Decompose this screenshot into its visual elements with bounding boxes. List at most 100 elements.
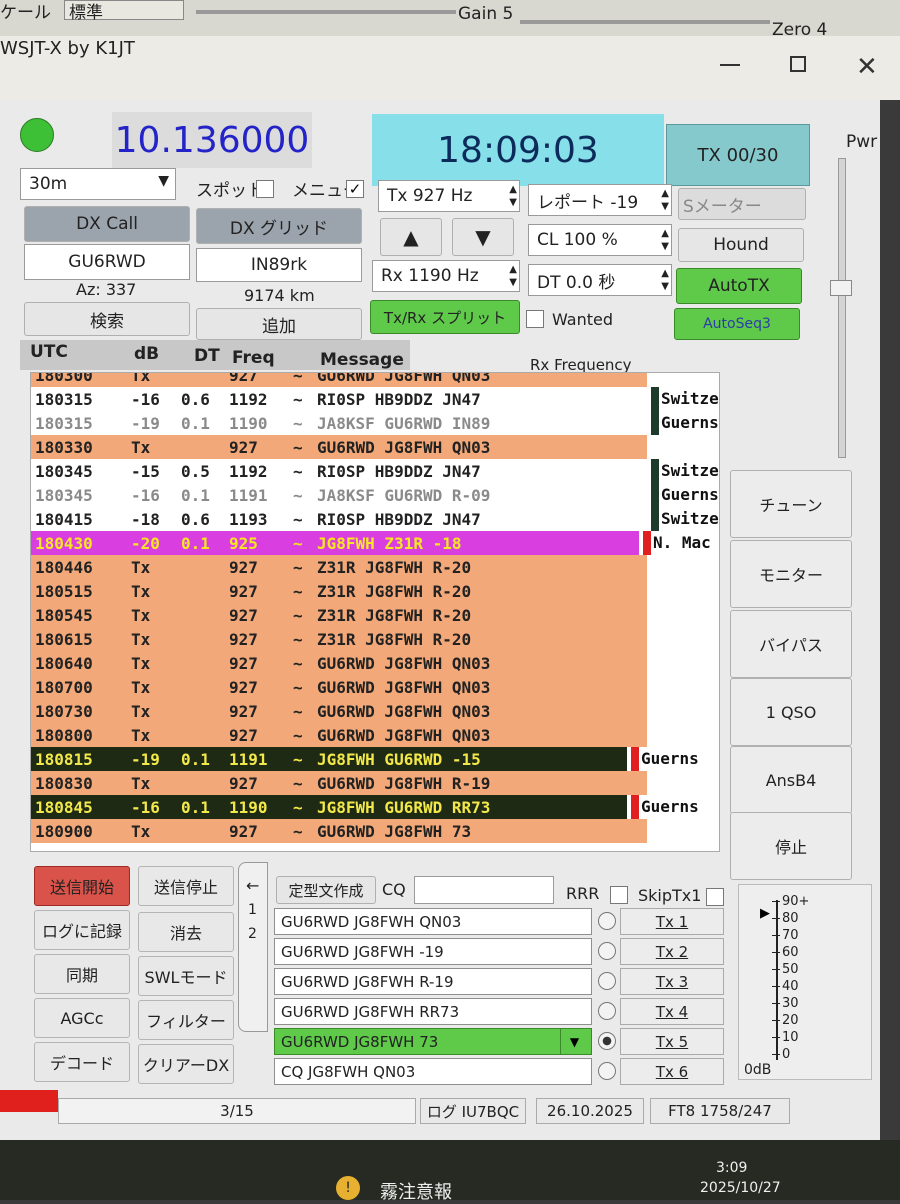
log-row[interactable]: 180345 -15 0.5 1192 ~ RI0SP HB9DDZ JN47 xyxy=(31,459,647,483)
tx1-button[interactable]: Tx 1 xyxy=(620,908,724,935)
spot-checkbox[interactable] xyxy=(256,180,274,198)
log-msg: GU6RWD JG8FWH QN03 xyxy=(317,677,491,697)
close-icon[interactable]: ✕ xyxy=(856,52,878,82)
power-slider-track[interactable] xyxy=(838,158,846,458)
tune-button[interactable]: チューン xyxy=(730,470,852,538)
log-row[interactable]: 180315 -16 0.6 1192 ~ RI0SP HB9DDZ JN47 xyxy=(31,387,647,411)
tx6-button[interactable]: Tx 6 xyxy=(620,1058,724,1085)
tx5-message[interactable]: GU6RWD JG8FWH 73 xyxy=(274,1028,592,1055)
tx5-button[interactable]: Tx 5 xyxy=(620,1028,724,1055)
tab-1[interactable]: 1 xyxy=(248,902,257,918)
rx-freq-spinbox[interactable]: Rx 1190 Hz ▲ ▼ xyxy=(372,260,520,292)
log-utc: 180815 xyxy=(35,749,93,769)
report-spinbox[interactable]: レポート -19 ▲ ▼ xyxy=(528,184,672,216)
one-qso-button[interactable]: 1 QSO xyxy=(730,678,852,746)
log-row[interactable]: 180640 Tx 927 ~ GU6RWD JG8FWH QN03 xyxy=(31,651,647,675)
lookup-button[interactable]: 検索 xyxy=(24,302,190,336)
rx-frequency-log[interactable]: 180300 Tx 927 ~ GU6RWD JG8FWH QN03 180315 -16 0… xyxy=(30,372,720,852)
log-dt: 0.1 xyxy=(181,413,210,433)
tx1-message[interactable]: GU6RWD JG8FWH QN03 xyxy=(274,908,592,935)
tx3-button[interactable]: Tx 3 xyxy=(620,968,724,995)
log-separator: ~ xyxy=(293,605,303,625)
log-row[interactable]: 180700 Tx 927 ~ GU6RWD JG8FWH QN03 xyxy=(31,675,647,699)
log-qso-button[interactable]: ログに記録 xyxy=(34,910,130,950)
chevron-down-icon[interactable]: ▼ xyxy=(560,1029,588,1054)
tx3-message[interactable]: GU6RWD JG8FWH R-19 xyxy=(274,968,592,995)
log-row[interactable]: 180415 -18 0.6 1193 ~ RI0SP HB9DDZ JN47 xyxy=(31,507,647,531)
log-msg: JG8FWH GU6RWD RR73 xyxy=(317,797,491,817)
freq-up-button[interactable]: ▲ xyxy=(380,218,442,256)
log-row[interactable]: 180545 Tx 927 ~ Z31R JG8FWH R-20 xyxy=(31,603,647,627)
ansb4-button[interactable]: AnsB4 xyxy=(730,746,852,814)
tx2-radio[interactable] xyxy=(598,942,616,960)
generate-std-msgs-button[interactable]: 定型文作成 xyxy=(276,876,376,904)
log-row[interactable]: 180430 -20 0.1 925 ~ JG8FWH Z31R -18 xyxy=(31,531,639,555)
gain-slider[interactable] xyxy=(196,10,456,14)
tx5-radio[interactable] xyxy=(598,1032,616,1050)
monitor-button[interactable]: モニター xyxy=(730,540,852,608)
log-row[interactable]: 180800 Tx 927 ~ GU6RWD JG8FWH QN03 xyxy=(31,723,647,747)
log-row[interactable]: 180615 Tx 927 ~ Z31R JG8FWH R-20 xyxy=(31,627,647,651)
enable-tx-button[interactable]: 送信開始 xyxy=(34,866,130,906)
cq-input[interactable] xyxy=(414,876,554,904)
log-row[interactable]: 180815 -19 0.1 1191 ~ JG8FWH GU6RWD -15 xyxy=(31,747,627,771)
log-row[interactable]: 180900 Tx 927 ~ GU6RWD JG8FWH 73 xyxy=(31,819,647,843)
power-slider-handle[interactable] xyxy=(830,280,852,296)
tx-freq-spinbox[interactable]: Tx 927 Hz ▲ ▼ xyxy=(378,180,520,212)
decode-button[interactable]: デコード xyxy=(34,1042,130,1082)
s-meter-button[interactable]: Sメーター xyxy=(678,188,806,220)
tx2-button[interactable]: Tx 2 xyxy=(620,938,724,965)
tx4-button[interactable]: Tx 4 xyxy=(620,998,724,1025)
col-dt: DT xyxy=(194,346,220,366)
minimize-icon[interactable] xyxy=(720,64,740,66)
sync-button[interactable]: 同期 xyxy=(34,954,130,994)
tx4-message[interactable]: GU6RWD JG8FWH RR73 xyxy=(274,998,592,1025)
tx3-radio[interactable] xyxy=(598,972,616,990)
wanted-checkbox[interactable] xyxy=(526,310,544,328)
log-row[interactable]: 180330 Tx 927 ~ GU6RWD JG8FWH QN03 xyxy=(31,435,647,459)
tx2-message[interactable]: GU6RWD JG8FWH -19 xyxy=(274,938,592,965)
swl-button[interactable]: SWLモード xyxy=(138,956,234,996)
skiptx1-checkbox[interactable] xyxy=(706,888,724,906)
log-row[interactable]: 180730 Tx 927 ~ GU6RWD JG8FWH QN03 xyxy=(31,699,647,723)
log-row[interactable]: 180300 Tx 927 ~ GU6RWD JG8FWH QN03 xyxy=(31,373,647,387)
add-button[interactable]: 追加 xyxy=(196,308,362,340)
mode-select[interactable]: 標準 xyxy=(64,0,184,23)
dx-call-input[interactable]: GU6RWD xyxy=(24,244,190,280)
band-select[interactable]: 30m ▼ xyxy=(20,168,176,200)
log-row[interactable]: 180315 -19 0.1 1190 ~ JA8KSF GU6RWD IN89 xyxy=(31,411,647,435)
bypass-button[interactable]: バイパス xyxy=(730,610,852,678)
tab-2[interactable]: 2 xyxy=(248,926,257,942)
clear-dx-button[interactable]: クリアーDX xyxy=(138,1044,234,1084)
filter-button[interactable]: フィルター xyxy=(138,1000,234,1040)
log-row[interactable]: 180345 -16 0.1 1191 ~ JA8KSF GU6RWD R-09 xyxy=(31,483,647,507)
log-row[interactable]: 180446 Tx 927 ~ Z31R JG8FWH R-20 xyxy=(31,555,647,579)
halt-tx-button[interactable]: 送信停止 xyxy=(138,866,234,906)
agcc-button[interactable]: AGCc xyxy=(34,998,130,1038)
spin-arrows-icon: ▲ ▼ xyxy=(509,184,517,208)
stop-button[interactable]: 停止 xyxy=(730,812,852,880)
maximize-icon[interactable] xyxy=(790,56,806,72)
autoseq-button[interactable]: AutoSeq3 xyxy=(674,308,800,340)
zero-slider[interactable] xyxy=(520,20,770,24)
tx4-radio[interactable] xyxy=(598,1002,616,1020)
dx-grid-input[interactable]: IN89rk xyxy=(196,248,362,282)
tx6-message[interactable]: CQ JG8FWH QN03 xyxy=(274,1058,592,1085)
split-button[interactable]: Tx/Rx スプリット xyxy=(370,300,520,334)
log-separator: ~ xyxy=(293,629,303,649)
menu-checkbox[interactable]: ✓ xyxy=(346,180,364,198)
tx6-radio[interactable] xyxy=(598,1062,616,1080)
log-row[interactable]: 180845 -16 0.1 1190 ~ JG8FWH GU6RWD RR73 xyxy=(31,795,627,819)
log-utc: 180640 xyxy=(35,653,93,673)
cl-spinbox[interactable]: CL 100 % ▲ ▼ xyxy=(528,224,672,256)
dt-spinbox[interactable]: DT 0.0 秒 ▲ ▼ xyxy=(528,264,672,296)
log-row[interactable]: 180830 Tx 927 ~ GU6RWD JG8FWH R-19 xyxy=(31,771,647,795)
log-freq: 1191 xyxy=(229,749,268,769)
autotx-button[interactable]: AutoTX xyxy=(676,268,802,304)
tx1-radio[interactable] xyxy=(598,912,616,930)
erase-button[interactable]: 消去 xyxy=(138,912,234,952)
hound-button[interactable]: Hound xyxy=(678,228,804,262)
freq-down-button[interactable]: ▼ xyxy=(452,218,514,256)
rrr-checkbox[interactable] xyxy=(610,886,628,904)
log-row[interactable]: 180515 Tx 927 ~ Z31R JG8FWH R-20 xyxy=(31,579,647,603)
